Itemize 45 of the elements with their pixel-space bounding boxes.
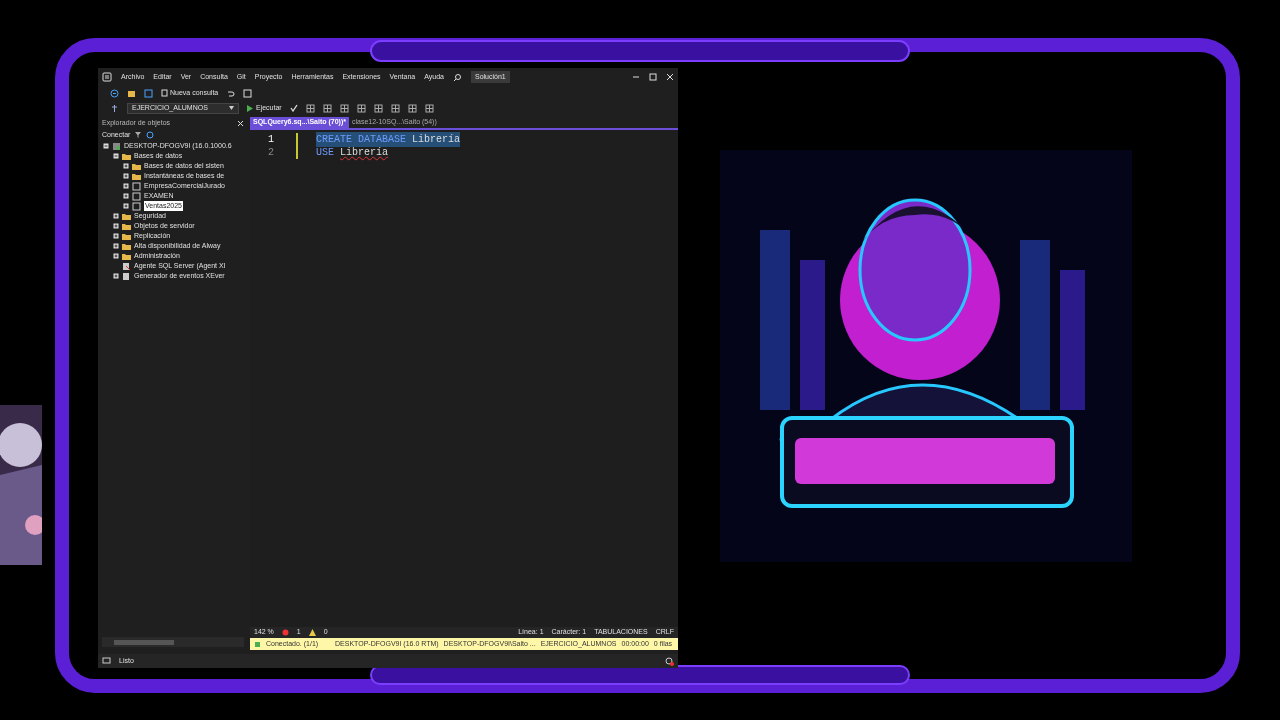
agent-icon: [122, 261, 131, 271]
expand-icon[interactable]: [113, 213, 119, 219]
connected-icon: [254, 640, 261, 648]
expand-icon[interactable]: [113, 253, 119, 259]
open-folder-icon[interactable]: [127, 88, 136, 98]
expand-icon[interactable]: [113, 233, 119, 239]
notification-icon[interactable]: [665, 656, 674, 666]
close-icon[interactable]: [237, 120, 244, 127]
code-line: USE Librería: [316, 146, 389, 160]
collapse-icon[interactable]: [113, 153, 119, 159]
expand-icon[interactable]: [113, 223, 119, 229]
line-number: 2: [267, 146, 275, 160]
expand-icon[interactable]: [123, 173, 129, 179]
grid-icon[interactable]: [322, 103, 332, 113]
error-icon: [281, 629, 289, 636]
expand-icon[interactable]: [123, 193, 129, 199]
play-icon: [247, 104, 253, 112]
expand-icon[interactable]: [113, 273, 119, 279]
expand-icon[interactable]: [123, 183, 129, 189]
expand-icon[interactable]: [113, 243, 119, 249]
document-icon: [161, 89, 168, 97]
line-number: 1: [267, 133, 275, 147]
app-icon: [102, 72, 112, 82]
expand-icon[interactable]: [123, 163, 129, 169]
chat-icon: [102, 657, 111, 665]
save-icon[interactable]: [144, 88, 153, 98]
close-icon[interactable]: [666, 73, 674, 81]
caret-icon: [229, 106, 234, 110]
check-icon[interactable]: [289, 104, 298, 112]
window-icon[interactable]: [243, 88, 253, 98]
maximize-icon[interactable]: [649, 73, 657, 81]
refresh-icon[interactable]: [146, 131, 155, 139]
warning-icon: [308, 629, 316, 636]
collapse-icon[interactable]: [103, 143, 109, 149]
grid-icon[interactable]: [305, 103, 315, 113]
minimize-icon[interactable]: [632, 73, 640, 81]
expand-icon[interactable]: [123, 203, 129, 209]
grid-icon[interactable]: [356, 103, 366, 113]
search-icon[interactable]: [452, 72, 462, 82]
server-icon: [112, 141, 121, 151]
grid-icon[interactable]: [373, 103, 383, 113]
undo-icon[interactable]: [226, 88, 236, 98]
back-icon[interactable]: [110, 88, 119, 98]
document-icon: [122, 271, 131, 281]
filter-icon[interactable]: [134, 131, 143, 139]
